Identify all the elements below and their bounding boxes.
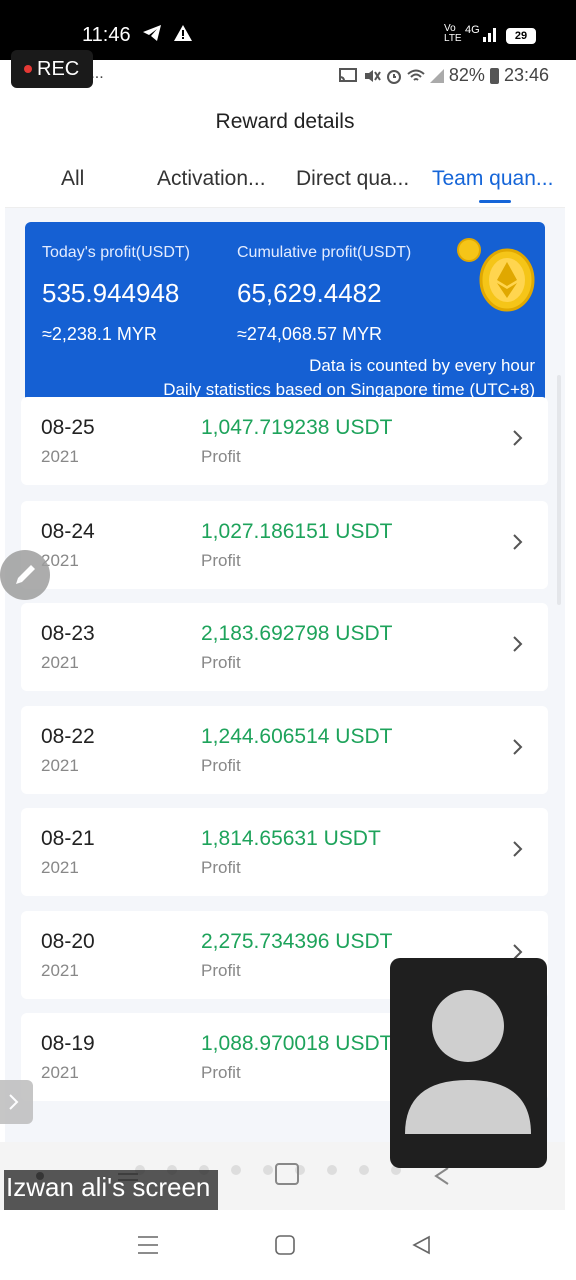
record-amount: 1,027.186151 USDT <box>201 520 393 543</box>
coin-icon <box>457 238 535 312</box>
cast-icon <box>338 68 357 83</box>
tab-bar: All Activation... Direct qua... Team qua… <box>5 160 565 208</box>
record-year: 2021 <box>41 858 79 877</box>
scrollbar[interactable] <box>557 375 561 605</box>
record-type: Profit <box>201 447 241 466</box>
inner-battery-icon <box>489 68 499 85</box>
record-date: 08-19 <box>41 1032 95 1055</box>
wifi-icon <box>407 69 425 81</box>
today-profit-label: Today's profit(USDT) <box>42 244 190 261</box>
host-notification-icons <box>142 22 193 43</box>
data-count-note: Data is counted by every hour <box>309 356 535 375</box>
record-date: 08-20 <box>41 930 95 953</box>
record-date: 08-23 <box>41 622 95 645</box>
record-amount: 1,244.606514 USDT <box>201 725 393 748</box>
record-row[interactable]: 08-23 2021 2,183.692798 USDT Profit <box>21 603 548 691</box>
record-amount: 1,088.970018 USDT <box>201 1032 393 1055</box>
host-signal-icons: Vo LTE 4G <box>444 24 497 44</box>
page-header: Reward details <box>5 92 565 166</box>
signal-icon <box>482 28 496 42</box>
warning-icon <box>174 25 193 42</box>
network-type: 4G <box>464 24 480 36</box>
record-year: 2021 <box>41 756 79 775</box>
record-amount: 2,183.692798 USDT <box>201 622 393 645</box>
edit-floating-button[interactable] <box>0 550 50 600</box>
record-row[interactable]: 08-22 2021 1,244.606514 USDT Profit <box>21 706 548 794</box>
home-icon[interactable] <box>274 1234 296 1256</box>
inner-clock: 23:46 <box>503 65 549 85</box>
record-row[interactable]: 08-25 2021 1,047.719238 USDT Profit <box>21 397 548 485</box>
record-date: 08-25 <box>41 416 95 439</box>
record-date: 08-24 <box>41 520 95 543</box>
record-year: 2021 <box>41 653 79 672</box>
cumulative-profit-label: Cumulative profit(USDT) <box>237 244 412 261</box>
rec-label: REC <box>37 58 80 80</box>
chevron-right-icon <box>513 636 523 652</box>
cumulative-profit-value: 65,629.4482 <box>237 278 382 308</box>
profit-summary-card: Today's profit(USDT) 535.944948 ≈2,238.1… <box>25 222 545 422</box>
record-type: Profit <box>201 551 241 570</box>
tab-all[interactable]: All <box>61 167 84 191</box>
participant-video-tile[interactable] <box>390 958 547 1168</box>
mute-icon <box>364 70 381 83</box>
person-avatar-icon <box>405 990 531 1134</box>
chevron-right-icon <box>513 430 523 446</box>
record-row[interactable]: 08-24 2021 1,027.186151 USDT Profit <box>21 501 548 589</box>
record-date: 08-22 <box>41 725 95 748</box>
record-type: Profit <box>201 961 241 980</box>
screen-share-label: Izwan ali's screen <box>4 1170 219 1210</box>
host-navigation-bar <box>0 1210 576 1280</box>
chevron-right-icon <box>513 841 523 857</box>
tab-activation[interactable]: Activation... <box>157 167 266 191</box>
side-panel-handle[interactable] <box>0 1080 33 1124</box>
cell-signal-icon <box>429 69 444 84</box>
chevron-right-icon <box>9 1094 19 1110</box>
host-battery-icon: 29 <box>506 28 536 44</box>
today-profit-myr: ≈2,238.1 MYR <box>42 324 157 344</box>
record-amount: 1,047.719238 USDT <box>201 416 393 439</box>
record-type: Profit <box>201 858 241 877</box>
telegram-icon <box>143 25 161 42</box>
alarm-icon <box>386 70 401 85</box>
cumulative-profit-myr: ≈274,068.57 MYR <box>237 324 382 344</box>
inner-battery-percent: 82% <box>448 65 485 85</box>
active-tab-indicator <box>479 200 511 203</box>
tab-direct-quantity[interactable]: Direct qua... <box>296 167 409 191</box>
chevron-right-icon <box>513 534 523 550</box>
record-year: 2021 <box>41 961 79 980</box>
record-amount: 2,275.734396 USDT <box>201 930 393 953</box>
chevron-right-icon <box>513 739 523 755</box>
pencil-icon <box>16 565 35 584</box>
record-row[interactable]: 08-21 2021 1,814.65631 USDT Profit <box>21 808 548 896</box>
inner-status-right: 82% 23:46 <box>338 65 549 86</box>
tab-team-quantity[interactable]: Team quan... <box>432 167 553 191</box>
record-type: Profit <box>201 1063 241 1082</box>
volte-icon: Vo LTE <box>444 23 462 44</box>
back-icon[interactable] <box>410 1234 432 1256</box>
today-profit-value: 535.944948 <box>42 278 180 308</box>
record-type: Profit <box>201 653 241 672</box>
record-date: 08-21 <box>41 827 95 850</box>
record-year: 2021 <box>41 447 79 466</box>
recent-apps-icon[interactable] <box>136 1234 160 1256</box>
page-title: Reward details <box>215 110 355 133</box>
host-clock: 11:46 <box>82 24 131 46</box>
record-year: 2021 <box>41 1063 79 1082</box>
record-amount: 1,814.65631 USDT <box>201 827 381 850</box>
record-type: Profit <box>201 756 241 775</box>
record-dot-icon <box>24 65 32 73</box>
rec-badge[interactable]: REC <box>11 50 93 88</box>
